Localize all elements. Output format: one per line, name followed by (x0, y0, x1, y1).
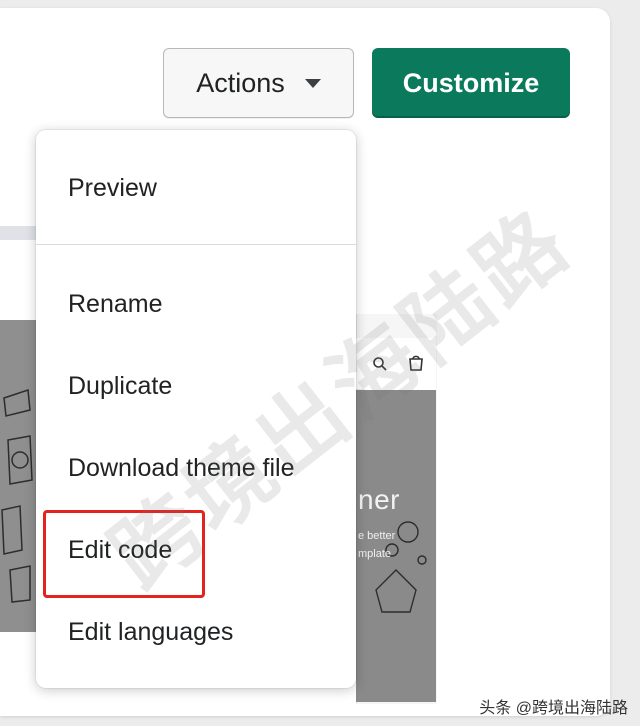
theme-card-strip (0, 226, 36, 240)
theme-hero-subtext: e better (358, 530, 396, 542)
menu-divider (36, 244, 356, 245)
menu-item-rename[interactable]: Rename (68, 290, 163, 319)
sketch-illustration (375, 521, 427, 613)
theme-preview-left (0, 320, 36, 632)
customize-button[interactable]: Customize (372, 48, 570, 118)
menu-item-preview[interactable]: Preview (68, 174, 157, 203)
customize-label: Customize (402, 67, 540, 98)
edit-code-highlight-box (43, 510, 205, 598)
credit-caption: 头条 @跨境出海陆路 (479, 700, 628, 717)
menu-item-download-theme-file[interactable]: Download theme file (68, 454, 295, 483)
actions-label: Actions (196, 67, 285, 98)
caret-down-icon (304, 78, 321, 88)
search-icon (372, 356, 388, 377)
theme-hero-subtext: mplate (358, 548, 392, 560)
menu-item-duplicate[interactable]: Duplicate (68, 372, 172, 401)
theme-preview-header (356, 338, 436, 390)
actions-dropdown-menu: Preview Rename Duplicate Download theme … (36, 130, 356, 688)
menu-item-edit-languages[interactable]: Edit languages (68, 618, 233, 647)
actions-button[interactable]: Actions (163, 48, 354, 118)
theme-hero-text: ner (358, 484, 400, 515)
cart-icon (408, 354, 424, 377)
theme-preview-image (356, 390, 436, 702)
sketch-illustration (1, 388, 33, 603)
